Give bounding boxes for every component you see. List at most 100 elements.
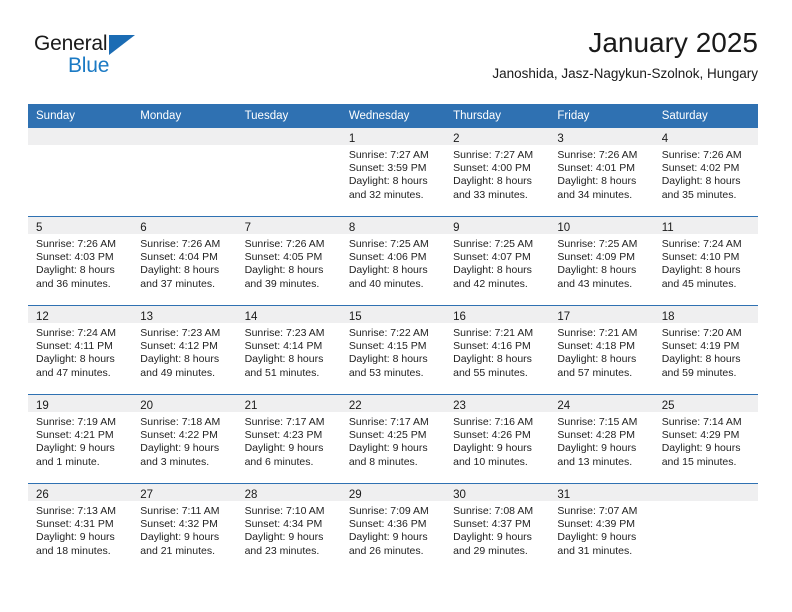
- sunrise-time: Sunrise: 7:14 AM: [661, 416, 742, 428]
- calendar-day-cell[interactable]: 30 Sunrise: 7:08 AM Sunset: 4:37 PM Dayligh…: [445, 483, 550, 572]
- daylight-duration-line1: Daylight: 8 hours: [557, 353, 637, 366]
- day-cell-content: 10 Sunrise: 7:25 AM Sunset: 4:09 PM Dayligh…: [549, 217, 654, 305]
- daylight-duration-line2: and 40 minutes.: [348, 277, 424, 290]
- weekday-header-thursday: Thursday: [445, 104, 550, 128]
- calendar-day-cell[interactable]: 13 Sunrise: 7:23 AM Sunset: 4:12 PM Dayligh…: [132, 305, 237, 395]
- calendar-day-cell[interactable]: 3 Sunrise: 7:26 AM Sunset: 4:01 PM Daylight…: [549, 128, 654, 217]
- sunrise-time: Sunrise: 7:23 AM: [244, 327, 325, 339]
- calendar-day-cell[interactable]: [236, 128, 341, 217]
- weekday-header-saturday: Saturday: [653, 104, 758, 128]
- day-cell-content: 16 Sunrise: 7:21 AM Sunset: 4:16 PM Dayligh…: [445, 306, 550, 394]
- calendar-day-cell[interactable]: 31 Sunrise: 7:07 AM Sunset: 4:39 PM Dayligh…: [549, 483, 654, 572]
- daylight-duration-line1: Daylight: 8 hours: [140, 353, 220, 366]
- day-details: Sunrise: 7:23 AM Sunset: 4:12 PM Daylight:…: [132, 323, 236, 380]
- sunset-time: Sunset: 4:10 PM: [661, 251, 740, 264]
- calendar-day-cell[interactable]: [132, 128, 237, 217]
- daylight-duration-line1: Daylight: 8 hours: [661, 264, 741, 277]
- daylight-duration-line1: Daylight: 8 hours: [36, 264, 115, 277]
- calendar-day-cell[interactable]: 22 Sunrise: 7:17 AM Sunset: 4:25 PM Dayligh…: [340, 394, 446, 484]
- day-details: Sunrise: 7:26 AM Sunset: 4:04 PM Daylight:…: [132, 234, 236, 291]
- day-number-band: 25: [653, 395, 758, 412]
- day-details: Sunrise: 7:23 AM Sunset: 4:14 PM Daylight:…: [237, 323, 341, 380]
- sunrise-time: Sunrise: 7:22 AM: [348, 327, 429, 339]
- calendar-day-cell[interactable]: [28, 128, 133, 217]
- day-details: Sunrise: 7:21 AM Sunset: 4:16 PM Daylight:…: [445, 323, 549, 380]
- weekday-header-friday: Friday: [549, 104, 654, 128]
- calendar-day-cell[interactable]: 19 Sunrise: 7:19 AM Sunset: 4:21 PM Dayligh…: [28, 394, 133, 484]
- day-number-band: 31: [549, 484, 654, 501]
- day-cell-content: 4 Sunrise: 7:26 AM Sunset: 4:02 PM Daylight…: [653, 128, 758, 216]
- calendar-day-cell[interactable]: 6 Sunrise: 7:26 AM Sunset: 4:04 PM Daylight…: [132, 216, 237, 306]
- day-cell-content: 8 Sunrise: 7:25 AM Sunset: 4:06 PM Daylight…: [340, 217, 446, 305]
- calendar-day-cell[interactable]: 16 Sunrise: 7:21 AM Sunset: 4:16 PM Dayligh…: [445, 305, 550, 395]
- calendar-day-cell[interactable]: 18 Sunrise: 7:20 AM Sunset: 4:19 PM Dayligh…: [653, 305, 758, 395]
- calendar-day-cell[interactable]: 26 Sunrise: 7:13 AM Sunset: 4:31 PM Dayligh…: [28, 483, 133, 572]
- day-cell-content: 2 Sunrise: 7:27 AM Sunset: 4:00 PM Daylight…: [445, 128, 550, 216]
- calendar-day-cell[interactable]: 8 Sunrise: 7:25 AM Sunset: 4:06 PM Daylight…: [340, 216, 446, 306]
- calendar-day-cell[interactable]: 14 Sunrise: 7:23 AM Sunset: 4:14 PM Dayligh…: [236, 305, 341, 395]
- calendar-day-cell[interactable]: 28 Sunrise: 7:10 AM Sunset: 4:34 PM Dayligh…: [236, 483, 341, 572]
- day-cell-content: 28 Sunrise: 7:10 AM Sunset: 4:34 PM Dayligh…: [236, 484, 341, 572]
- sunrise-time: Sunrise: 7:13 AM: [36, 505, 116, 517]
- calendar-week-row: 12 Sunrise: 7:24 AM Sunset: 4:11 PM Dayligh…: [28, 305, 758, 395]
- calendar-day-cell[interactable]: 15 Sunrise: 7:22 AM Sunset: 4:15 PM Dayligh…: [340, 305, 446, 395]
- sunset-time: Sunset: 4:02 PM: [661, 162, 740, 175]
- daylight-duration-line2: and 29 minutes.: [453, 544, 528, 557]
- calendar-day-cell[interactable]: 9 Sunrise: 7:25 AM Sunset: 4:07 PM Daylight…: [445, 216, 550, 306]
- day-number-band: 6: [132, 217, 237, 234]
- day-details: Sunrise: 7:08 AM Sunset: 4:37 PM Daylight:…: [445, 501, 549, 558]
- day-cell-empty: [236, 128, 341, 216]
- calendar-day-cell[interactable]: 7 Sunrise: 7:26 AM Sunset: 4:05 PM Daylight…: [236, 216, 341, 306]
- sunrise-time: Sunrise: 7:07 AM: [557, 505, 638, 517]
- day-number: 11: [661, 222, 674, 234]
- calendar-day-cell[interactable]: 24 Sunrise: 7:15 AM Sunset: 4:28 PM Dayligh…: [549, 394, 654, 484]
- day-cell-content: 14 Sunrise: 7:23 AM Sunset: 4:14 PM Dayligh…: [236, 306, 341, 394]
- calendar-day-cell[interactable]: 1 Sunrise: 7:27 AM Sunset: 3:59 PM Daylight…: [340, 128, 446, 217]
- page-header: General Blue January 2025 Janoshida, Jas…: [28, 26, 758, 98]
- generalblue-logo[interactable]: General Blue: [34, 32, 164, 88]
- day-cell-content: 24 Sunrise: 7:15 AM Sunset: 4:28 PM Dayligh…: [549, 395, 654, 483]
- calendar-day-cell[interactable]: 5 Sunrise: 7:26 AM Sunset: 4:03 PM Daylight…: [28, 216, 133, 306]
- sunset-time: Sunset: 4:29 PM: [661, 429, 740, 442]
- sunrise-time: Sunrise: 7:08 AM: [453, 505, 534, 517]
- day-number: 15: [348, 311, 362, 323]
- daylight-duration-line2: and 37 minutes.: [140, 277, 215, 290]
- daylight-duration-line1: Daylight: 9 hours: [36, 531, 115, 544]
- day-details: Sunrise: 7:09 AM Sunset: 4:36 PM Daylight:…: [341, 501, 445, 558]
- sunrise-time: Sunrise: 7:27 AM: [453, 149, 534, 161]
- day-number: 8: [348, 222, 356, 234]
- day-number-band: [236, 128, 341, 145]
- day-cell-content: 31 Sunrise: 7:07 AM Sunset: 4:39 PM Dayligh…: [549, 484, 654, 572]
- day-cell-content: 29 Sunrise: 7:09 AM Sunset: 4:36 PM Dayligh…: [340, 484, 446, 572]
- calendar-day-cell[interactable]: 20 Sunrise: 7:18 AM Sunset: 4:22 PM Dayligh…: [132, 394, 237, 484]
- sunrise-time: Sunrise: 7:19 AM: [36, 416, 116, 428]
- calendar-day-cell[interactable]: 2 Sunrise: 7:27 AM Sunset: 4:00 PM Daylight…: [445, 128, 550, 217]
- daylight-duration-line1: Daylight: 9 hours: [557, 442, 637, 455]
- calendar-day-cell[interactable]: 25 Sunrise: 7:14 AM Sunset: 4:29 PM Dayligh…: [653, 394, 758, 484]
- day-details: Sunrise: 7:25 AM Sunset: 4:09 PM Daylight:…: [549, 234, 653, 291]
- day-details: Sunrise: 7:26 AM Sunset: 4:02 PM Daylight:…: [654, 145, 758, 202]
- sunset-time: Sunset: 4:19 PM: [661, 340, 740, 353]
- calendar-day-cell[interactable]: [653, 483, 758, 572]
- calendar-day-cell[interactable]: 17 Sunrise: 7:21 AM Sunset: 4:18 PM Dayligh…: [549, 305, 654, 395]
- sunset-time: Sunset: 4:15 PM: [348, 340, 427, 353]
- daylight-duration-line1: Daylight: 8 hours: [140, 264, 220, 277]
- day-details: Sunrise: 7:14 AM Sunset: 4:29 PM Daylight:…: [654, 412, 758, 469]
- calendar-day-cell[interactable]: 29 Sunrise: 7:09 AM Sunset: 4:36 PM Dayligh…: [340, 483, 446, 572]
- day-details: Sunrise: 7:20 AM Sunset: 4:19 PM Daylight:…: [654, 323, 758, 380]
- day-details: Sunrise: 7:22 AM Sunset: 4:15 PM Daylight:…: [341, 323, 445, 380]
- calendar-day-cell[interactable]: 4 Sunrise: 7:26 AM Sunset: 4:02 PM Daylight…: [653, 128, 758, 217]
- calendar-day-cell[interactable]: 11 Sunrise: 7:24 AM Sunset: 4:10 PM Dayligh…: [653, 216, 758, 306]
- day-number-band: 27: [132, 484, 237, 501]
- calendar-day-cell[interactable]: 10 Sunrise: 7:25 AM Sunset: 4:09 PM Dayligh…: [549, 216, 654, 306]
- sunrise-time: Sunrise: 7:21 AM: [557, 327, 638, 339]
- calendar-week-row: 26 Sunrise: 7:13 AM Sunset: 4:31 PM Dayligh…: [28, 483, 758, 572]
- sunset-time: Sunset: 4:04 PM: [140, 251, 218, 264]
- calendar-day-cell[interactable]: 23 Sunrise: 7:16 AM Sunset: 4:26 PM Dayligh…: [445, 394, 550, 484]
- calendar-day-cell[interactable]: 12 Sunrise: 7:24 AM Sunset: 4:11 PM Dayligh…: [28, 305, 133, 395]
- calendar-day-cell[interactable]: 27 Sunrise: 7:11 AM Sunset: 4:32 PM Dayligh…: [132, 483, 237, 572]
- sunrise-time: Sunrise: 7:18 AM: [140, 416, 221, 428]
- sunrise-time: Sunrise: 7:26 AM: [661, 149, 742, 161]
- sunset-time: Sunset: 4:12 PM: [140, 340, 218, 353]
- calendar-day-cell[interactable]: 21 Sunrise: 7:17 AM Sunset: 4:23 PM Dayligh…: [236, 394, 341, 484]
